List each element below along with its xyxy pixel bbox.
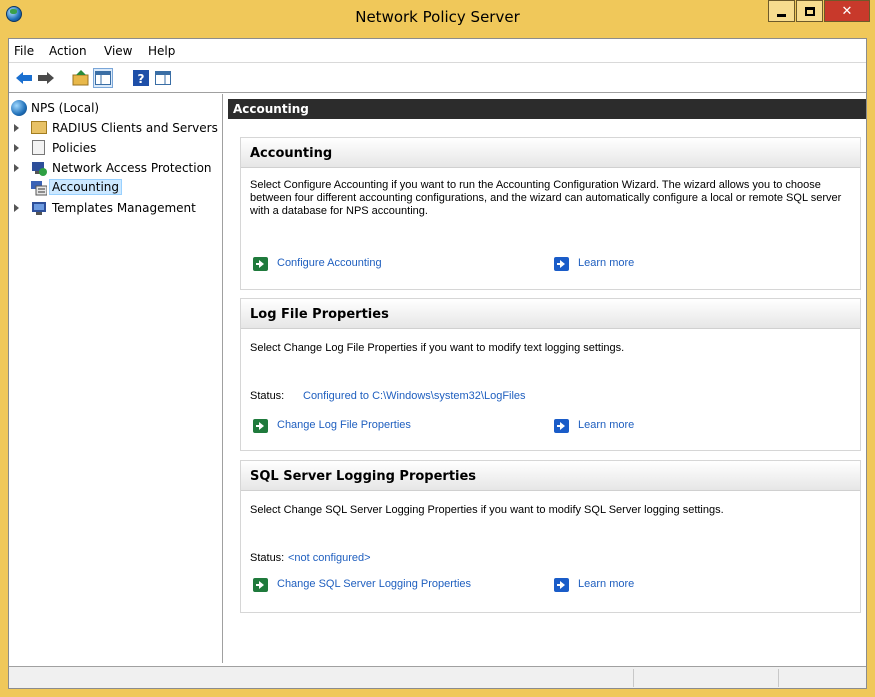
expand-icon[interactable] <box>14 164 19 172</box>
tree-label-policies: Policies <box>52 141 97 155</box>
tree-label-accounting: Accounting <box>49 179 123 195</box>
forward-button[interactable] <box>36 68 56 88</box>
learn-more-label: Learn more <box>578 578 635 590</box>
action-arrow-icon <box>253 257 268 271</box>
menu-bar: File Action View Help <box>9 39 866 63</box>
log-file-status-value[interactable]: Configured to C:\Windows\system32\LogFil… <box>303 390 526 402</box>
close-button[interactable]: ✕ <box>824 0 870 22</box>
expand-icon[interactable] <box>14 124 19 132</box>
menu-file[interactable]: File <box>14 44 34 58</box>
sql-status-value[interactable]: <not configured> <box>288 552 371 564</box>
tree-label-nap: Network Access Protection <box>52 161 212 175</box>
sql-status-label: Status: <box>250 552 285 564</box>
accounting-panel: Accounting Select Configure Accounting i… <box>240 137 861 290</box>
action-arrow-icon <box>253 419 268 433</box>
configure-accounting-link[interactable]: Configure Accounting <box>253 257 453 273</box>
tree-label-templates: Templates Management <box>52 201 196 215</box>
show-hide-tree-button[interactable] <box>93 68 113 88</box>
change-log-file-label: Change Log File Properties <box>277 419 411 431</box>
learn-more-arrow-icon <box>554 419 569 433</box>
tree-item-radius[interactable]: RADIUS Clients and Servers <box>9 118 222 138</box>
tree-item-nap[interactable]: Network Access Protection <box>9 158 222 178</box>
console-tree: NPS (Local) RADIUS Clients and Servers P… <box>9 94 223 663</box>
expand-icon[interactable] <box>14 144 19 152</box>
svg-text:?: ? <box>138 72 145 86</box>
action-pane-button[interactable] <box>153 68 173 88</box>
up-folder-button[interactable] <box>71 68 91 88</box>
client-area: File Action View Help ? NPS (Local) RADI… <box>8 38 867 689</box>
sql-logging-panel-title: SQL Server Logging Properties <box>241 461 860 491</box>
accounting-panel-title: Accounting <box>241 138 860 168</box>
sql-logging-panel: SQL Server Logging Properties Select Cha… <box>240 460 861 613</box>
learn-more-accounting-link[interactable]: Learn more <box>554 257 674 273</box>
sql-logging-description: Select Change SQL Server Logging Propert… <box>250 504 724 516</box>
title-bar: Network Policy Server ✕ <box>0 0 875 38</box>
change-log-file-link[interactable]: Change Log File Properties <box>253 419 453 435</box>
action-arrow-icon <box>253 578 268 592</box>
accounting-description: Select Configure Accounting if you want … <box>250 179 842 217</box>
configure-accounting-label: Configure Accounting <box>277 257 382 269</box>
tree-label-radius: RADIUS Clients and Servers <box>52 121 218 135</box>
help-icon: ? <box>133 70 149 86</box>
learn-more-label: Learn more <box>578 419 635 431</box>
learn-more-label: Learn more <box>578 257 635 269</box>
tree-item-templates[interactable]: Templates Management <box>9 198 222 218</box>
minimize-button[interactable] <box>768 0 795 22</box>
folder-icon <box>31 121 47 134</box>
minimize-icon <box>777 13 786 17</box>
back-icon <box>16 72 32 84</box>
toolbar: ? <box>9 63 866 93</box>
action-pane-icon <box>155 71 171 85</box>
tree-item-nps-local[interactable]: NPS (Local) <box>9 98 222 118</box>
maximize-button[interactable] <box>796 0 823 22</box>
maximize-icon <box>804 6 815 16</box>
window-title: Network Policy Server <box>355 8 520 26</box>
menu-action[interactable]: Action <box>49 44 87 58</box>
accounting-icon <box>31 180 48 196</box>
close-icon: ✕ <box>841 3 853 19</box>
status-bar-cell <box>778 669 866 687</box>
details-header: Accounting <box>228 99 866 119</box>
learn-more-arrow-icon <box>554 257 569 271</box>
details-pane: Accounting Accounting Select Configure A… <box>228 94 866 663</box>
tree-label-root: NPS (Local) <box>31 101 100 115</box>
log-file-description: Select Change Log File Properties if you… <box>250 342 625 354</box>
tree-item-accounting[interactable]: Accounting <box>9 178 222 198</box>
tree-item-policies[interactable]: Policies <box>9 138 222 158</box>
up-folder-icon <box>72 70 89 86</box>
globe-icon <box>11 100 27 116</box>
nap-icon <box>31 160 47 176</box>
learn-more-sql-link[interactable]: Learn more <box>554 578 674 594</box>
back-button[interactable] <box>14 68 34 88</box>
log-file-status-label: Status: <box>250 390 285 402</box>
show-hide-tree-icon <box>95 71 111 85</box>
nps-window: Network Policy Server ✕ File Action View… <box>0 0 875 697</box>
log-file-panel: Log File Properties Select Change Log Fi… <box>240 298 861 451</box>
change-sql-logging-link[interactable]: Change SQL Server Logging Properties <box>253 578 493 594</box>
learn-more-arrow-icon <box>554 578 569 592</box>
status-bar-cell <box>633 669 778 687</box>
templates-icon <box>31 200 47 216</box>
policies-icon <box>32 140 45 155</box>
help-button[interactable]: ? <box>131 68 151 88</box>
learn-more-log-file-link[interactable]: Learn more <box>554 419 674 435</box>
menu-help[interactable]: Help <box>148 44 175 58</box>
change-sql-logging-label: Change SQL Server Logging Properties <box>277 578 472 590</box>
menu-view[interactable]: View <box>104 44 132 58</box>
expand-icon[interactable] <box>14 204 19 212</box>
log-file-panel-title: Log File Properties <box>241 299 860 329</box>
forward-icon <box>38 72 54 84</box>
status-bar <box>9 666 866 688</box>
